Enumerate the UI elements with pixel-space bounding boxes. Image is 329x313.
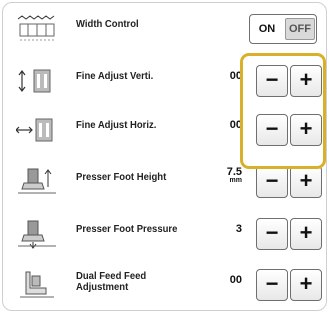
- presser-foot-pressure-minus-button[interactable]: −: [256, 218, 288, 250]
- dual-feed-value: 00: [229, 274, 242, 286]
- presser-foot-pressure-value: 3: [235, 223, 242, 235]
- fine-adjust-highlight-frame: [240, 53, 326, 169]
- width-control-icon: [17, 15, 55, 41]
- row-presser-foot-pressure: Presser Foot Pressure 3 − +: [0, 211, 329, 257]
- row-width-control: Width Control ON OFF: [0, 6, 329, 52]
- presser-foot-height-unit: mm: [229, 177, 242, 184]
- fine-adjust-vertical-label: Fine Adjust Verti.: [76, 71, 154, 82]
- dual-feed-label: Dual Feed Feed Adjustment: [76, 271, 209, 293]
- dual-feed-icon: [20, 271, 54, 298]
- dual-feed-plus-button[interactable]: +: [290, 269, 322, 301]
- fine-adjust-horizontal-value: 00: [229, 119, 242, 131]
- dual-feed-label-line2: Adjustment: [76, 282, 129, 293]
- fine-adjust-horizontal-label: Fine Adjust Horiz.: [76, 120, 157, 131]
- row-dual-feed-adjustment: Dual Feed Feed Adjustment 00 − +: [0, 262, 329, 308]
- toggle-off-option[interactable]: OFF: [285, 18, 315, 40]
- width-control-toggle[interactable]: ON OFF: [249, 14, 317, 44]
- presser-foot-height-value: 7.5 mm: [212, 166, 242, 184]
- presser-foot-height-plus-button[interactable]: +: [290, 166, 322, 198]
- fine-adjust-vertical-value: 00: [229, 70, 242, 82]
- dual-feed-label-line1: Dual Feed Feed: [76, 271, 147, 282]
- width-control-label: Width Control: [76, 19, 139, 30]
- toggle-on-option[interactable]: ON: [250, 23, 284, 35]
- presser-foot-pressure-label: Presser Foot Pressure: [76, 224, 178, 235]
- fine-adjust-vertical-icon: [18, 69, 51, 93]
- fine-adjust-horizontal-icon: [16, 118, 53, 142]
- dual-feed-minus-button[interactable]: −: [256, 269, 288, 301]
- presser-foot-pressure-icon: [18, 220, 56, 249]
- presser-foot-height-icon: [18, 168, 56, 194]
- presser-foot-height-label: Presser Foot Height: [76, 172, 167, 183]
- presser-foot-height-minus-button[interactable]: −: [256, 166, 288, 198]
- presser-foot-pressure-plus-button[interactable]: +: [290, 218, 322, 250]
